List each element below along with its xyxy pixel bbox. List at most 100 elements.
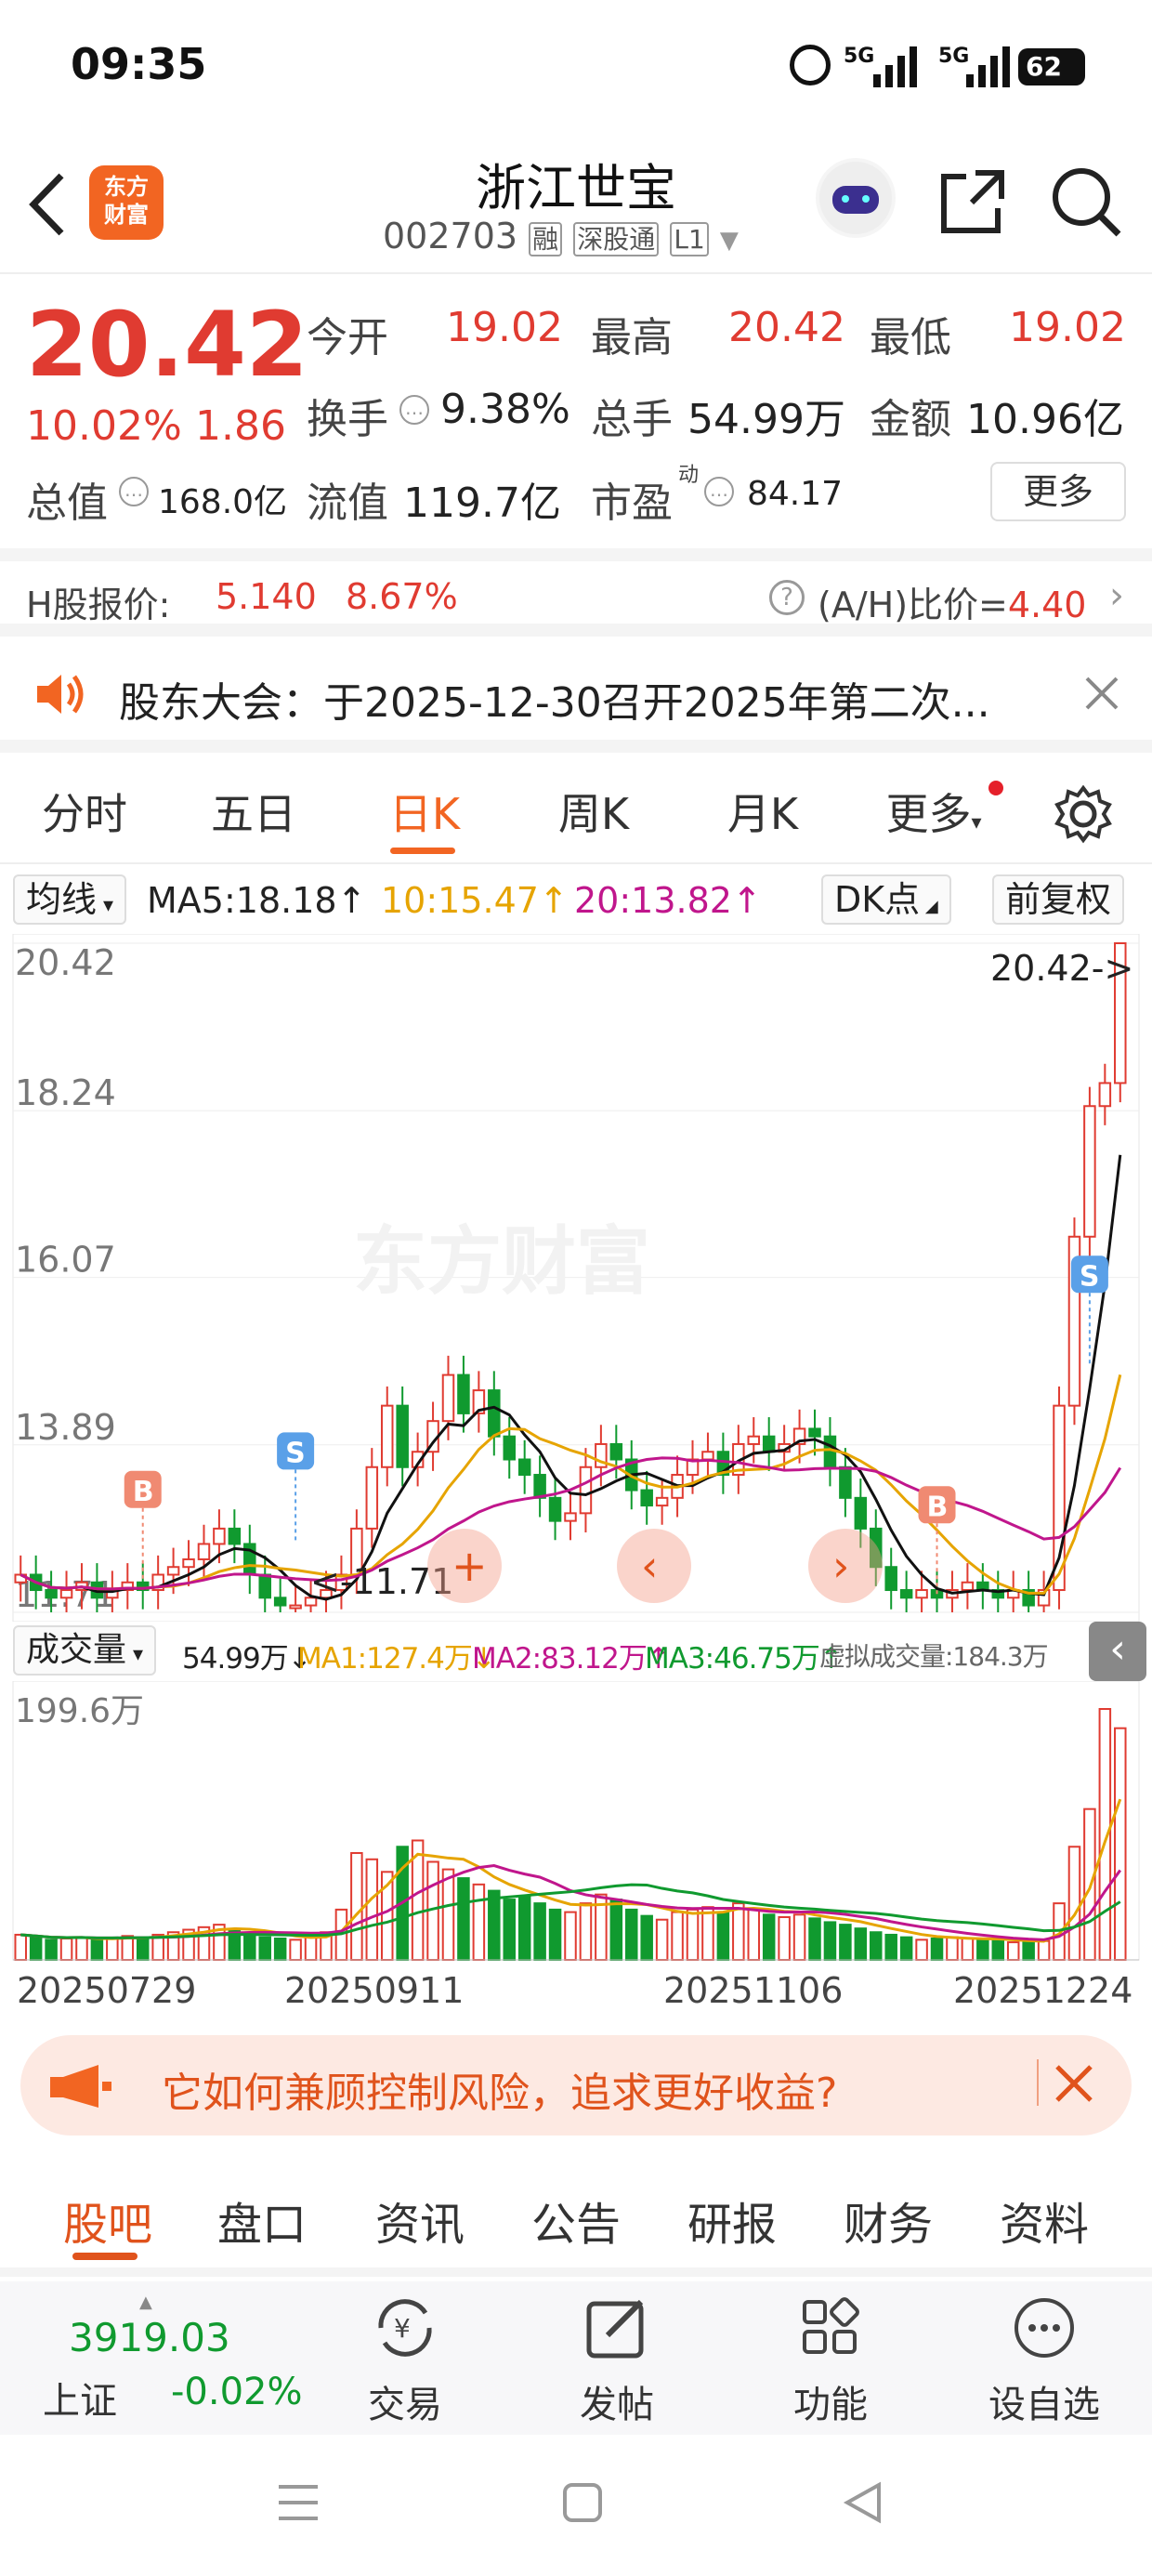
assistant-avatar[interactable] — [816, 158, 896, 238]
signal-label-1: 5G — [844, 45, 875, 68]
close-icon[interactable] — [1054, 2063, 1094, 2104]
volume-bar — [579, 1902, 593, 1961]
ma-select-label: 均线 — [26, 879, 98, 920]
volume-bar — [59, 1938, 73, 1961]
dk-label: DK点 — [834, 879, 921, 920]
volume-bar — [75, 1936, 88, 1962]
ma20-value: 20:13.82↑ — [574, 880, 762, 921]
candle — [533, 1474, 546, 1499]
logo-line-1: 东方 — [104, 174, 149, 200]
candle — [1098, 1082, 1112, 1108]
chart-nav-glyph: › — [832, 1541, 849, 1591]
bottom-nav: ▲ 3919.03 上证 -0.02% ¥ 交易 发帖 功能 设自选 — [0, 2281, 1152, 2435]
info-icon-3[interactable]: … — [704, 477, 734, 506]
tab-news[interactable]: 资讯 — [355, 2188, 485, 2253]
volume-bar — [503, 1899, 517, 1962]
close-icon[interactable] — [1083, 675, 1120, 712]
share-icon[interactable] — [938, 167, 1007, 236]
y-axis-label: 20.42 — [15, 942, 116, 983]
status-time: 09:35 — [71, 39, 207, 89]
search-icon[interactable] — [1050, 165, 1124, 240]
volume-bar — [915, 1939, 928, 1962]
back-triangle-icon[interactable] — [842, 2481, 884, 2524]
tab-daily-k[interactable]: 日K — [355, 781, 494, 842]
h-share-row[interactable]: H股报价: 5.140 8.67% ? (A/H)比价=4.40 › — [0, 548, 1152, 637]
volume-bar — [671, 1911, 684, 1962]
candle — [228, 1527, 242, 1545]
tab-forum[interactable]: 股吧 — [43, 2188, 173, 2253]
volume-ma3-text: MA3:46.75万 — [645, 1642, 820, 1676]
index-value[interactable]: 3919.03 — [69, 2315, 230, 2360]
volume-bar — [899, 1936, 913, 1962]
volume-bar — [732, 1902, 745, 1961]
volume-bar — [884, 1933, 897, 1961]
chevron-down-icon: ▼ — [719, 227, 739, 255]
candle — [488, 1389, 501, 1438]
ma-select[interactable]: 均线 ▾ — [13, 874, 127, 925]
chart-nav-glyph: ‹ — [641, 1541, 658, 1591]
collapse-panel-button[interactable]: ‹ — [1089, 1622, 1146, 1681]
high-label: 最高 — [591, 314, 673, 361]
help-icon[interactable]: ? — [769, 580, 805, 615]
tab-research[interactable]: 研报 — [667, 2188, 797, 2253]
volume-y-label: 199.6万 — [15, 1692, 144, 1730]
stock-code-row[interactable]: 002703 融 深股通 L1 ▼ — [383, 216, 739, 256]
adjust-select[interactable]: 前复权 — [992, 874, 1125, 925]
volume-bar — [930, 1938, 944, 1961]
candle — [258, 1573, 271, 1599]
kline-chart[interactable]: 20.4218.2416.0713.8911.71东方财富20.42-><-11… — [0, 934, 1152, 1622]
gear-icon[interactable] — [1054, 784, 1113, 844]
trade-icon: ¥ — [378, 2299, 432, 2357]
back-icon[interactable] — [26, 172, 67, 237]
tab-more[interactable]: 更多▾ — [864, 781, 1003, 842]
nav-trade-label: 交易 — [368, 2384, 442, 2426]
tab-announcements[interactable]: 公告 — [511, 2188, 641, 2253]
volume-bar — [808, 1917, 821, 1961]
volume-bar — [792, 1913, 806, 1962]
ah-ratio-label: (A/H)比价= — [818, 585, 1008, 625]
nav-trade[interactable]: ¥ 交易 — [331, 2291, 479, 2428]
info-icon-2[interactable]: … — [119, 477, 149, 506]
more-dots-icon — [1015, 2298, 1074, 2358]
tab-intraday[interactable]: 分时 — [15, 781, 154, 842]
volume-bar — [1022, 1941, 1035, 1962]
float-value: 119.7亿 — [403, 480, 561, 527]
ma5-text: MA5:18.18 — [147, 880, 337, 921]
change-amount: 1.86 — [195, 402, 286, 450]
tab-profile[interactable]: 资料 — [979, 2188, 1109, 2253]
logo-line-2: 财富 — [104, 202, 149, 228]
menu-icon[interactable] — [275, 2481, 321, 2524]
nav-add-watchlist[interactable]: 设自选 — [970, 2291, 1119, 2428]
notice-bar[interactable]: 股东大会：于2025-12-30召开2025年第二次... — [0, 641, 1152, 753]
tab-orderbook[interactable]: 盘口 — [197, 2188, 327, 2253]
home-icon[interactable] — [561, 2481, 604, 2524]
volume-bar — [258, 1936, 271, 1962]
caret-up-icon: ▲ — [139, 2293, 152, 2312]
notice-text: 股东大会：于2025-12-30召开2025年第二次... — [119, 679, 990, 727]
signal-label-2: 5G — [938, 45, 970, 68]
index-name[interactable]: 上证 — [43, 2371, 117, 2425]
volume-bar — [488, 1889, 501, 1961]
pe-label: 市盈 — [591, 480, 673, 527]
tag-margin: 融 — [529, 222, 563, 256]
more-button[interactable]: 更多 — [990, 462, 1126, 521]
tab-five-day[interactable]: 五日 — [184, 781, 323, 842]
index-change[interactable]: -0.02% — [171, 2371, 303, 2413]
nav-functions[interactable]: 功能 — [756, 2291, 905, 2428]
stock-name: 浙江世宝 — [476, 159, 676, 217]
volume-chart[interactable]: 199.6万 20250729 20250911 20251106 20251224 — [0, 1681, 1152, 2016]
volume-bar — [946, 1936, 959, 1962]
change-percent: 10.02% — [26, 402, 182, 450]
promo-banner[interactable]: 它如何兼顾控制风险，追求更好收益? — [20, 2035, 1132, 2136]
nav-post[interactable]: 发帖 — [543, 2291, 691, 2428]
promo-divider — [1037, 2059, 1039, 2106]
tag-shenzhen-connect: 深股通 — [573, 222, 660, 256]
volume-bar — [716, 1911, 730, 1962]
mktcap-label: 总值 — [26, 480, 108, 527]
volume-select[interactable]: 成交量 ▾ — [13, 1625, 157, 1676]
tab-financials[interactable]: 财务 — [823, 2188, 953, 2253]
tab-weekly-k[interactable]: 周K — [524, 781, 663, 842]
info-icon[interactable]: … — [399, 395, 429, 425]
dk-point-select[interactable]: DK点 ◢ — [821, 874, 951, 925]
tab-monthly-k[interactable]: 月K — [693, 781, 832, 842]
